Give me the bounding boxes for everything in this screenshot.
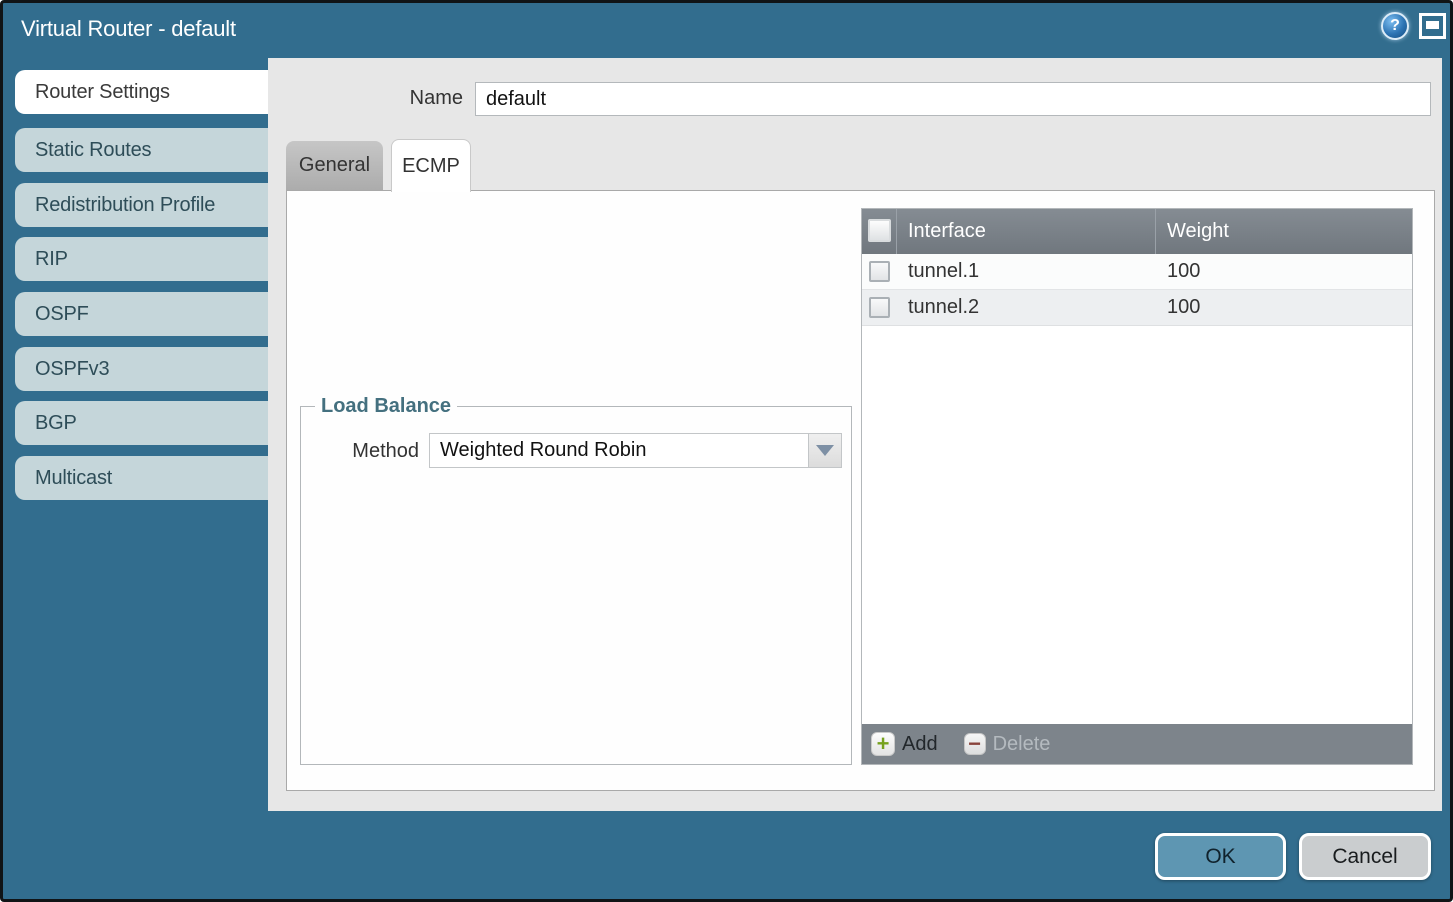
sidebar-item-bgp[interactable]: BGP (15, 401, 268, 445)
table-toolbar: + Add − Delete (862, 724, 1412, 764)
virtual-router-dialog: Virtual Router - default ? Router Settin… (0, 0, 1453, 902)
window-restore-icon[interactable] (1419, 13, 1446, 39)
sidebar-item-label: Multicast (35, 467, 112, 490)
delete-button[interactable]: − Delete (964, 733, 1051, 756)
tab-label: General (299, 154, 370, 177)
sidebar-item-label: Static Routes (35, 139, 151, 162)
help-icon-glyph: ? (1390, 17, 1400, 35)
method-dropdown[interactable]: Weighted Round Robin (429, 433, 842, 468)
sidebar-item-ospf[interactable]: OSPF (15, 292, 268, 336)
column-header-weight[interactable]: Weight (1156, 209, 1412, 254)
ok-button-label: OK (1205, 845, 1235, 869)
cell-interface: tunnel.1 (897, 254, 1156, 289)
cancel-button[interactable]: Cancel (1299, 833, 1431, 880)
row-checkbox-cell (862, 290, 897, 325)
minus-icon: − (964, 733, 986, 755)
table-header: Interface Weight (862, 209, 1412, 254)
row-checkbox-cell (862, 254, 897, 289)
method-dropdown-button[interactable] (808, 434, 841, 467)
tab-label: ECMP (402, 155, 460, 178)
cell-weight: 100 (1156, 254, 1412, 289)
sidebar-item-label: BGP (35, 412, 77, 435)
method-label: Method (333, 440, 419, 463)
name-input[interactable] (475, 82, 1431, 116)
add-button-label: Add (902, 733, 938, 756)
dialog-title: Virtual Router - default (21, 16, 236, 42)
add-button[interactable]: + Add (871, 732, 938, 756)
select-all-cell (862, 209, 897, 254)
cell-weight: 100 (1156, 290, 1412, 325)
ok-button[interactable]: OK (1155, 833, 1286, 880)
sidebar-item-static-routes[interactable]: Static Routes (15, 128, 268, 172)
table-row[interactable]: tunnel.1 100 (862, 254, 1412, 290)
sidebar-item-label: OSPFv3 (35, 358, 109, 381)
sidebar-item-redistribution-profile[interactable]: Redistribution Profile (15, 183, 268, 227)
table-row[interactable]: tunnel.2 100 (862, 290, 1412, 326)
sidebar-item-label: RIP (35, 248, 68, 271)
chevron-down-icon (816, 445, 834, 456)
sidebar-item-router-settings[interactable]: Router Settings (15, 70, 268, 114)
sidebar-item-ospfv3[interactable]: OSPFv3 (15, 347, 268, 391)
tab-ecmp[interactable]: ECMP (391, 139, 471, 192)
row-checkbox[interactable] (869, 297, 890, 318)
window-restore-icon-bar (1426, 21, 1439, 29)
plus-icon: + (871, 732, 895, 756)
sidebar-item-multicast[interactable]: Multicast (15, 456, 268, 500)
column-header-interface[interactable]: Interface (897, 209, 1156, 254)
sidebar-item-label: Redistribution Profile (35, 194, 215, 217)
interface-table: Interface Weight tunnel.1 100 tunnel.2 1… (861, 208, 1413, 765)
cancel-button-label: Cancel (1332, 845, 1397, 869)
help-icon[interactable]: ? (1381, 12, 1409, 40)
select-all-checkbox[interactable] (868, 219, 891, 242)
load-balance-legend: Load Balance (315, 395, 457, 418)
cell-interface: tunnel.2 (897, 290, 1156, 325)
name-label: Name (383, 87, 463, 110)
method-dropdown-value: Weighted Round Robin (440, 439, 646, 462)
tab-general[interactable]: General (286, 141, 383, 190)
row-checkbox[interactable] (869, 261, 890, 282)
sidebar-item-rip[interactable]: RIP (15, 237, 268, 281)
delete-button-label: Delete (993, 733, 1051, 756)
sidebar-item-label: OSPF (35, 303, 89, 326)
sidebar-item-label: Router Settings (35, 81, 170, 104)
